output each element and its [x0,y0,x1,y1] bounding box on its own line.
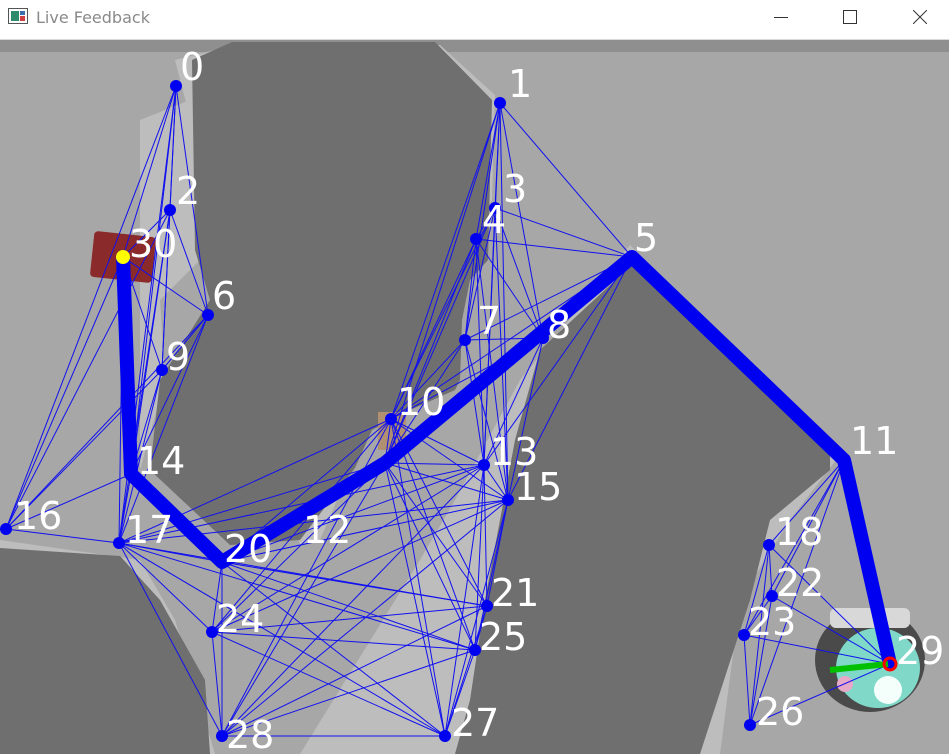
graph-node [838,454,850,466]
node-label: 9 [166,335,190,379]
node-label: 23 [748,600,796,644]
node-label: 5 [634,216,658,260]
graph-node [164,204,176,216]
title-bar: Live Feedback [0,0,949,40]
maximize-button[interactable] [827,0,873,34]
maximize-icon [843,10,857,24]
node-label: 25 [479,615,527,659]
feed-canvas: 0 12 34 567 8910111213141516 17 182021 222324 25… [0,40,949,754]
node-label: 6 [212,274,236,318]
graph-node [0,523,12,535]
node-label: 12 [303,508,351,552]
minimize-button[interactable] [758,0,804,34]
node-label: 3 [503,167,527,211]
node-label: 14 [137,439,185,483]
node-label: 26 [756,690,804,734]
node-label: 16 [14,494,62,538]
graph-node [385,413,397,425]
node-label: 30 [129,222,177,266]
node-label: 4 [482,198,506,242]
node-label: 20 [224,527,272,571]
node-label: 15 [514,465,562,509]
node-label: 1 [508,62,532,106]
graph-node [502,494,514,506]
minimize-icon [774,17,788,18]
graph-node [459,334,471,346]
node-label: 0 [180,45,204,89]
graph-node [478,459,490,471]
close-button[interactable] [897,0,943,34]
graph-node [744,719,756,731]
window-title: Live Feedback [36,8,150,27]
app-icon [8,8,28,24]
graph-node [494,97,506,109]
node-label: 17 [125,508,173,552]
graph-node [125,468,137,480]
node-label: 8 [547,303,571,347]
floor-edge [0,40,949,52]
node-label: 10 [397,380,445,424]
camera-feed: 0 1 2 3 4 5 6 7 8 9 10 11 12 13 14 15 16 17 18 20 21 22 23 24 25… [0,40,949,754]
node-label: 29 [896,629,944,673]
node-label: 22 [776,561,824,605]
node-label: 7 [477,299,501,343]
node-label: 24 [216,597,264,641]
start-marker [116,250,130,264]
graph-node [439,730,451,742]
node-label: 18 [775,510,823,554]
graph-node [113,537,125,549]
graph-node [379,457,391,469]
graph-node [470,233,482,245]
graph-node [763,539,775,551]
node-label: 11 [850,419,898,463]
node-label: 28 [226,713,274,754]
node-label: 27 [451,701,499,745]
node-label: 21 [491,571,539,615]
node-label: 2 [176,169,200,213]
close-icon [913,10,927,24]
